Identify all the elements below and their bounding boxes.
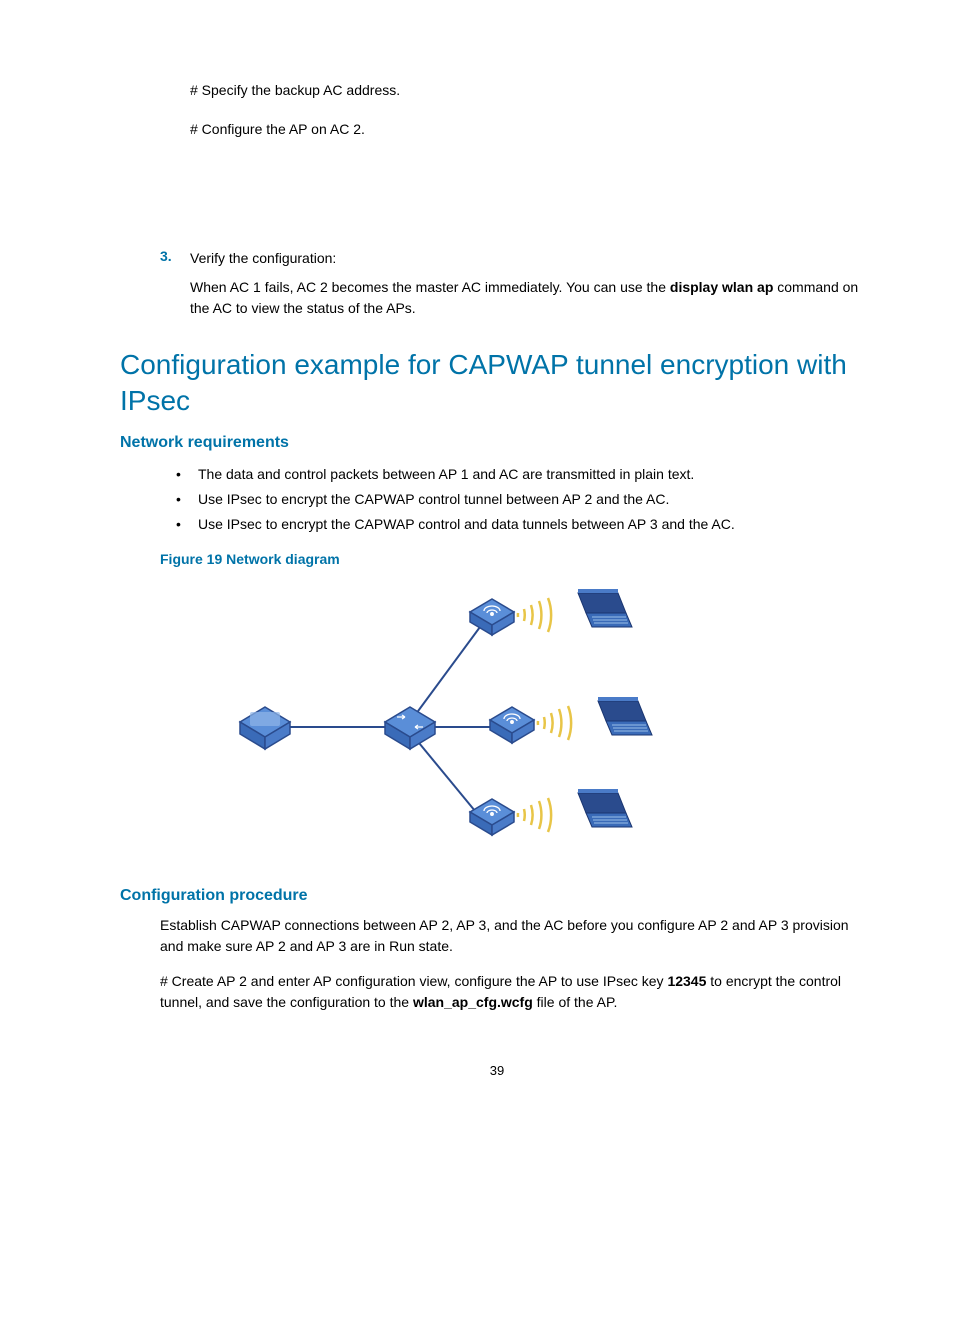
proc-text-a: # Create AP 2 and enter AP configuration… bbox=[160, 973, 667, 989]
ac-icon bbox=[240, 707, 290, 749]
requirements-list: The data and control packets between AP … bbox=[170, 462, 874, 538]
proc-text-c: file of the AP. bbox=[533, 994, 618, 1010]
network-diagram-svg bbox=[180, 577, 680, 857]
step-3-description: When AC 1 fails, AC 2 becomes the master… bbox=[190, 277, 874, 319]
wcfg-file: wlan_ap_cfg.wcfg bbox=[413, 994, 533, 1010]
network-diagram bbox=[180, 577, 874, 857]
ipsec-key: 12345 bbox=[667, 973, 706, 989]
step-3-row: 3. Verify the configuration: bbox=[160, 248, 874, 269]
display-wlan-ap-cmd: display wlan ap bbox=[670, 279, 773, 295]
list-item: Use IPsec to encrypt the CAPWAP control … bbox=[170, 512, 874, 537]
ap2-icon bbox=[490, 707, 534, 743]
step-number: 3. bbox=[160, 248, 190, 269]
ap1-icon bbox=[470, 599, 514, 635]
page-number: 39 bbox=[120, 1063, 874, 1078]
list-item: The data and control packets between AP … bbox=[170, 462, 874, 487]
configure-ap-line: # Configure the AP on AC 2. bbox=[190, 119, 874, 140]
section-heading: Configuration example for CAPWAP tunnel … bbox=[120, 347, 874, 420]
wifi-signal-icon bbox=[518, 598, 551, 632]
network-requirements-heading: Network requirements bbox=[120, 434, 874, 452]
step-title: Verify the configuration: bbox=[190, 248, 336, 269]
configuration-procedure-heading: Configuration procedure bbox=[120, 887, 874, 905]
laptop-icon bbox=[578, 789, 632, 827]
backup-ac-line: # Specify the backup AC address. bbox=[190, 80, 874, 101]
ap3-icon bbox=[470, 799, 514, 835]
list-item: Use IPsec to encrypt the CAPWAP control … bbox=[170, 487, 874, 512]
figure-caption: Figure 19 Network diagram bbox=[160, 551, 874, 567]
laptop-icon bbox=[578, 589, 632, 627]
switch-icon bbox=[385, 707, 435, 749]
procedure-p2: # Create AP 2 and enter AP configuration… bbox=[160, 971, 874, 1013]
wifi-signal-icon bbox=[538, 706, 571, 740]
step-text-a: When AC 1 fails, AC 2 becomes the master… bbox=[190, 279, 670, 295]
laptop-icon bbox=[598, 697, 652, 735]
wifi-signal-icon bbox=[518, 798, 551, 832]
procedure-p1: Establish CAPWAP connections between AP … bbox=[160, 915, 874, 957]
